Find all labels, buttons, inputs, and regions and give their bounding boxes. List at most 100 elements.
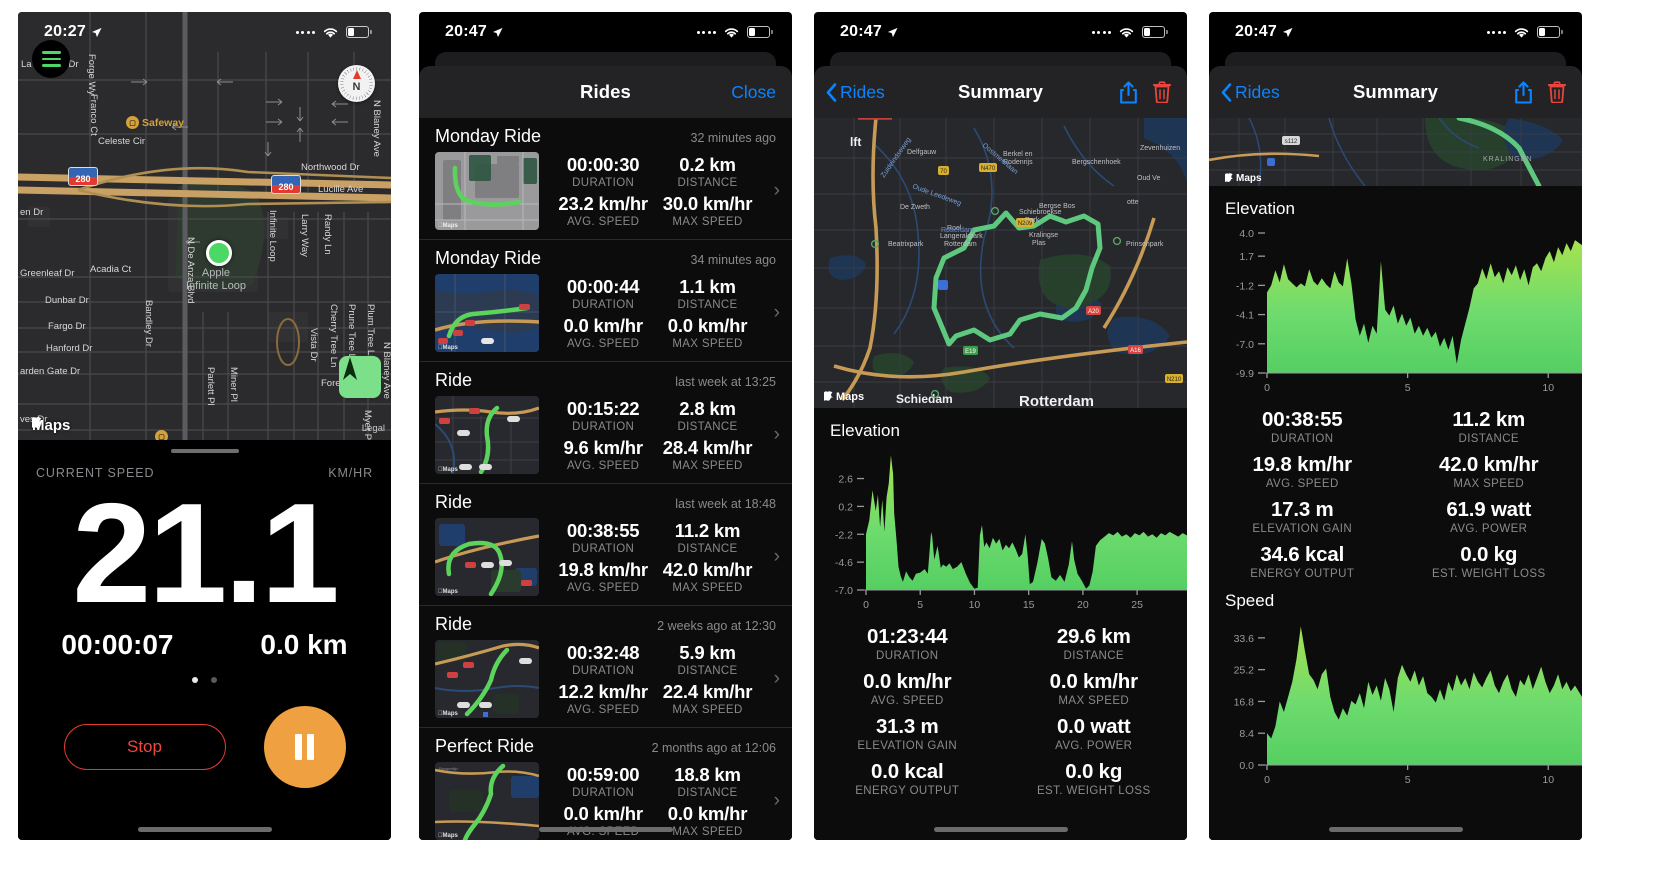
speed-chart: 33.6 25.2 16.8 8.4 0.0 0 5 10 — [1209, 611, 1582, 791]
modal-sheet-stack: Rides Summary — [814, 52, 1187, 840]
page-dot[interactable] — [211, 676, 217, 683]
status-time: 20:47 — [840, 23, 882, 40]
page-indicator[interactable] — [18, 676, 391, 683]
trash-icon[interactable] — [1548, 81, 1566, 103]
page-dot-active[interactable] — [192, 676, 198, 683]
chevron-right-icon[interactable]: › — [772, 180, 784, 202]
share-icon[interactable] — [1514, 80, 1533, 104]
stat-avg-speed: 12.2 km/hr AVG. SPEED — [558, 681, 648, 716]
poi-safeway[interactable]: ▢ Safeway — [126, 116, 184, 129]
map-street-label: Greenleaf Dr — [20, 268, 75, 279]
chevron-right-icon[interactable]: › — [772, 424, 784, 446]
stat-avg-power: 61.9 watt AVG. POWER — [1446, 498, 1532, 535]
status-time: 20:47 — [445, 23, 487, 40]
battery-icon — [346, 26, 372, 38]
route-map[interactable]: N470 N209 70 A20 A16 E19 N210 Delfgauw B… — [814, 118, 1187, 408]
list-item[interactable]: Ride last week at 18:48 Maps 00:38:55 DU… — [419, 483, 792, 605]
back-button[interactable]: Rides — [1221, 66, 1280, 118]
svg-text:otte: otte — [1127, 199, 1139, 206]
legal-link[interactable]: Legal — [362, 423, 385, 434]
stat-duration: 01:23:44 DURATION — [867, 625, 948, 662]
screenshot-stage: La Grande Dr Forge Wy Franco Ct Celeste … — [0, 0, 1656, 896]
cellular-icon — [1091, 30, 1111, 34]
chevron-right-icon[interactable]: › — [772, 546, 784, 568]
stat-energy-output: 34.6 kcal ENERGY OUTPUT — [1250, 543, 1355, 580]
share-icon[interactable] — [1119, 80, 1138, 104]
back-button[interactable]: Rides — [826, 66, 885, 118]
stop-button[interactable]: Stop — [63, 723, 226, 770]
status-time: 20:47 — [1235, 23, 1277, 40]
svg-text:N210: N210 — [1167, 377, 1182, 383]
stat-max-speed: 42.0 km/hr MAX SPEED — [662, 559, 753, 594]
chevron-left-icon — [826, 82, 837, 102]
stat-duration: 00:00:44 DURATION — [566, 276, 640, 311]
home-indicator[interactable] — [538, 827, 673, 832]
svg-text:0: 0 — [1264, 382, 1270, 394]
live-map[interactable]: La Grande Dr Forge Wy Franco Ct Celeste … — [18, 12, 391, 440]
status-bar: 20:27 — [18, 12, 391, 52]
summary-content[interactable]: s112 KRALINGEN Maps Elevation 4.0 1.7 -1.2… — [1209, 118, 1582, 840]
svg-text:Prinsenpark: Prinsenpark — [1126, 241, 1164, 248]
modal-sheet-stack: Rides Summary — [1209, 52, 1582, 840]
svg-text:-7.0: -7.0 — [1236, 339, 1254, 351]
poi-marker[interactable]: ▢ — [155, 430, 168, 440]
elevation-chart-svg: 2.6 0.2 -2.2 -4.6 -7.0 0 5 10 15 20 25 — [835, 455, 1187, 611]
svg-text:-4.6: -4.6 — [835, 557, 853, 569]
chevron-right-icon[interactable]: › — [772, 302, 784, 324]
route-map-clipped[interactable]: s112 KRALINGEN Maps — [1209, 118, 1582, 186]
summary-content[interactable]: N470 N209 70 A20 A16 E19 N210 Delfgauw B… — [814, 118, 1187, 840]
svg-text:Rosgenlijn: Rosgenlijn — [439, 766, 458, 771]
list-item[interactable]: Perfect Ride 2 months ago at 12:06 Rosge… — [419, 727, 792, 840]
svg-text:1.7: 1.7 — [1239, 251, 1254, 263]
ride-name: Perfect Ride — [435, 736, 535, 756]
svg-text:16.8: 16.8 — [1234, 696, 1255, 708]
center-location-button[interactable] — [339, 356, 381, 398]
list-item[interactable]: Ride last week at 13:25 Maps 00:15:22 DU… — [419, 361, 792, 483]
ride-timestamp: 2 weeks ago at 12:30 — [657, 619, 776, 633]
list-item[interactable]: Monday Ride 32 minutes ago Maps 00:00:30… — [419, 118, 792, 239]
home-indicator[interactable] — [933, 827, 1068, 832]
stat-avg-speed: 0.0 km/hr AVG. SPEED — [563, 803, 643, 838]
svg-text:25.2: 25.2 — [1234, 665, 1255, 677]
ride-timestamp: 34 minutes ago — [690, 253, 776, 267]
home-indicator[interactable] — [1328, 827, 1463, 832]
phone-panel-rides-list: 20:47 Rides Close Monday Ride 32 minutes… — [419, 12, 792, 840]
svg-text:Oud Ve: Oud Ve — [1137, 175, 1160, 182]
svg-text:s112: s112 — [1285, 139, 1298, 145]
trash-icon[interactable] — [1153, 81, 1171, 103]
location-arrow-icon — [887, 27, 898, 37]
close-button[interactable]: Close — [731, 82, 776, 103]
ride-map-thumbnail: Maps — [435, 640, 539, 718]
svg-text:-7.0: -7.0 — [835, 585, 853, 597]
map-street-label: Bandley Dr — [143, 300, 154, 347]
svg-text:KRALINGEN: KRALINGEN — [1483, 156, 1532, 163]
apple-maps-attribution: Maps — [438, 223, 458, 229]
stat-avg-speed: 9.6 km/hr AVG. SPEED — [563, 437, 643, 472]
live-stats-sheet: CURRENT SPEED KM/HR 21.1 00:00:07 0.0 km… — [18, 440, 391, 840]
compass-icon[interactable]: N — [338, 65, 375, 102]
ride-map-thumbnail: Maps — [435, 152, 539, 230]
stat-distance: 11.2 km DISTANCE — [674, 520, 741, 555]
svg-text:N470: N470 — [981, 166, 996, 172]
current-speed-value: 21.1 — [72, 474, 339, 633]
map-street-label: Acadia Ct — [90, 264, 132, 275]
list-item[interactable]: Monday Ride 34 minutes ago Maps 00:00:44… — [419, 239, 792, 361]
wifi-icon — [724, 27, 739, 38]
chevron-right-icon[interactable]: › — [772, 790, 784, 812]
svg-text:Rotterdam: Rotterdam — [1019, 393, 1094, 408]
map-street-label: Parlett Pl — [205, 367, 216, 406]
rides-list[interactable]: Monday Ride 32 minutes ago Maps 00:00:30… — [419, 118, 792, 840]
elevation-chart: 4.0 1.7 -1.2 -4.1 -7.0 -9.9 0 5 10 — [1209, 219, 1582, 399]
svg-text:lft: lft — [850, 135, 861, 149]
svg-text:10: 10 — [1542, 774, 1554, 786]
stat-distance: 29.6 km DISTANCE — [1056, 625, 1131, 662]
status-bar: 20:47 — [1209, 12, 1582, 52]
home-indicator[interactable] — [137, 827, 272, 832]
list-item[interactable]: Ride 2 weeks ago at 12:30 Maps 00:32:48 … — [419, 605, 792, 727]
stat-elevation-gain: 31.3 m ELEVATION GAIN — [857, 715, 958, 752]
pause-button[interactable] — [263, 705, 346, 788]
modal-sheet-stack: Rides Close Monday Ride 32 minutes ago M… — [419, 52, 792, 840]
status-bar: 20:47 — [419, 12, 792, 52]
phone-panel-summary-scrolled: 20:47 Rides Summary s112 KRALINGEN Maps … — [1209, 12, 1582, 840]
chevron-right-icon[interactable]: › — [772, 668, 784, 690]
